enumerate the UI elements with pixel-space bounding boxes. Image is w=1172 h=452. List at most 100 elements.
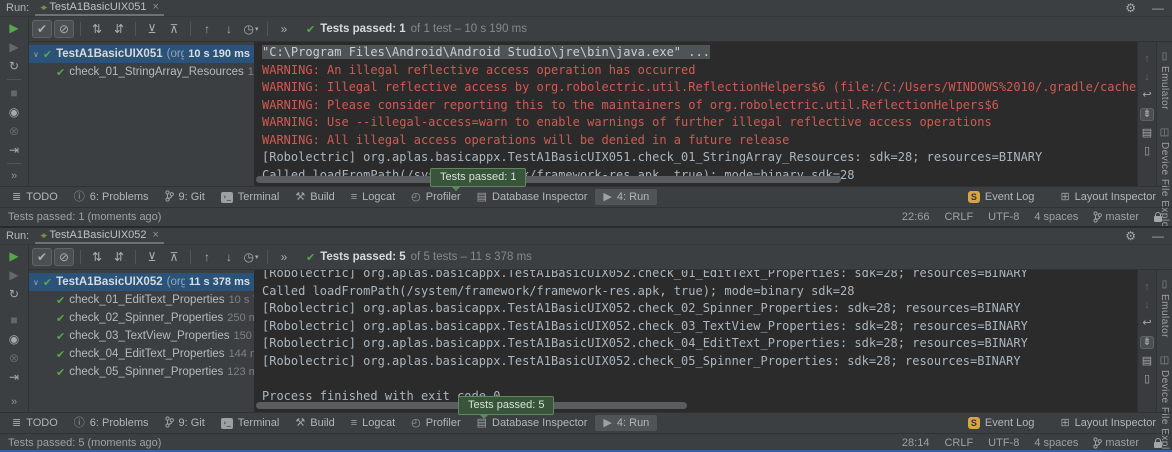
soft-wrap-icon[interactable]: ↩: [1142, 318, 1151, 329]
test-case-row[interactable]: ✔check_01_StringArray_Resources10 s 190 …: [29, 63, 254, 81]
status-item[interactable]: CRLF: [944, 211, 973, 223]
show-passed-icon[interactable]: ✔: [32, 248, 52, 266]
run-tab[interactable]: ◂▸ TestA1BasicUIX051 ×: [35, 0, 164, 16]
toolwindow-button-terminal[interactable]: ›_Terminal: [213, 415, 288, 431]
rerun-failed-tests-icon[interactable]: ▶: [9, 41, 18, 53]
soft-wrap-icon[interactable]: ↩: [1142, 90, 1151, 101]
minimize-icon[interactable]: —: [1152, 2, 1164, 14]
rerun-tests-icon[interactable]: ▶: [9, 250, 18, 262]
test-suite-row[interactable]: ∨ ✔ TestA1BasicUIX052 (org.aplas.basica …: [29, 273, 254, 291]
test-suite-row[interactable]: ∨ ✔ TestA1BasicUIX051 (org.aplas.basica …: [29, 45, 254, 63]
clear-all-icon[interactable]: ▯: [1144, 146, 1150, 157]
toolwindow-button-terminal[interactable]: ›_Terminal: [213, 189, 288, 205]
status-item[interactable]: UTF-8: [988, 437, 1019, 449]
down-stacktrace-icon[interactable]: ↓: [1144, 72, 1150, 83]
layout-inspector-button[interactable]: ⊞ Layout Inspector: [1052, 415, 1164, 431]
scroll-to-end-icon[interactable]: ⇟: [1140, 336, 1153, 349]
status-item[interactable]: UTF-8: [988, 211, 1019, 223]
toolwindow-button-4-run[interactable]: ▶4: Run: [595, 189, 657, 205]
clear-all-icon[interactable]: ▯: [1144, 374, 1150, 385]
caret-position[interactable]: 22:66: [902, 211, 930, 223]
gear-icon[interactable]: ⚙: [1125, 2, 1136, 14]
toolwindow-button-logcat[interactable]: ≡Logcat: [343, 415, 403, 431]
toolwindow-button-todo[interactable]: ≣TODO: [4, 415, 66, 431]
next-failed-icon[interactable]: ↓: [219, 20, 239, 38]
screenshot-icon[interactable]: ◉: [9, 106, 19, 118]
toolwindow-button-4-run[interactable]: ▶4: Run: [595, 415, 657, 431]
tool-window-button-device-file-explorer[interactable]: ◫Device File Explorer: [1159, 356, 1170, 452]
toolwindow-button-logcat[interactable]: ≡Logcat: [343, 189, 403, 205]
test-case-row[interactable]: ✔check_02_Spinner_Properties250 ms: [29, 309, 254, 327]
show-passed-icon[interactable]: ✔: [32, 20, 52, 38]
toolwindow-button-9-git[interactable]: 9: Git: [157, 188, 213, 207]
sort-by-duration-icon[interactable]: ⇵: [109, 20, 129, 38]
previous-failed-icon[interactable]: ↑: [197, 20, 217, 38]
up-stacktrace-icon[interactable]: ↑: [1144, 54, 1150, 65]
kill-process-icon[interactable]: ⊗: [9, 125, 19, 137]
import-test-results-icon[interactable]: ⇥: [9, 371, 19, 383]
layout-inspector-button[interactable]: ⊞ Layout Inspector: [1052, 189, 1164, 205]
git-branch-widget[interactable]: master: [1093, 211, 1139, 223]
test-case-row[interactable]: ✔check_03_TextView_Properties150 ms: [29, 327, 254, 345]
next-failed-icon[interactable]: ↓: [219, 248, 239, 266]
test-case-row[interactable]: ✔check_05_Spinner_Properties123 ms: [29, 363, 254, 381]
lock-icon[interactable]: [1154, 216, 1162, 222]
toolwindow-button-database-inspector[interactable]: ▤Database Inspector: [469, 189, 596, 205]
event-log-button[interactable]: S Event Log: [960, 415, 1043, 431]
scroll-to-end-icon[interactable]: ⇟: [1140, 108, 1153, 121]
more-icon[interactable]: »: [11, 171, 17, 182]
kill-process-icon[interactable]: ⊗: [9, 352, 19, 364]
tool-window-button-device-file-explorer[interactable]: ◫Device File Explorer: [1159, 128, 1170, 226]
toolwindow-button-todo[interactable]: ≣TODO: [4, 189, 66, 205]
chevron-down-icon[interactable]: ∨: [33, 50, 39, 59]
rerun-failed-tests-icon[interactable]: ▶: [9, 269, 18, 281]
toggle-auto-test-icon[interactable]: ↻: [9, 288, 19, 300]
toolwindow-button-profiler[interactable]: ◴Profiler: [403, 415, 468, 431]
toolwindow-button-9-git[interactable]: 9: Git: [157, 414, 213, 433]
chevron-down-icon[interactable]: ∨: [33, 278, 39, 287]
gear-icon[interactable]: ⚙: [1125, 230, 1136, 242]
close-icon[interactable]: ×: [153, 1, 159, 13]
print-icon[interactable]: ▤: [1142, 128, 1152, 139]
minimize-icon[interactable]: —: [1152, 230, 1164, 242]
stop-icon[interactable]: ■: [10, 314, 17, 326]
toggle-auto-test-icon[interactable]: ↻: [9, 60, 19, 72]
show-ignored-icon[interactable]: ⊘: [54, 248, 74, 266]
test-case-row[interactable]: ✔check_04_EditText_Properties144 ms: [29, 345, 254, 363]
expand-all-icon[interactable]: ⊻: [142, 20, 162, 38]
stop-icon[interactable]: ■: [10, 87, 17, 99]
collapse-all-icon[interactable]: ⊼: [164, 248, 184, 266]
import-test-results-icon[interactable]: ⇥: [9, 144, 19, 156]
status-item[interactable]: 4 spaces: [1034, 437, 1078, 449]
test-history-icon[interactable]: ◷▾: [241, 20, 261, 38]
horizontal-scrollbar[interactable]: [256, 402, 1117, 409]
tool-window-button-emulator[interactable]: ▯Emulator: [1159, 52, 1170, 110]
test-case-row[interactable]: ✔check_01_EditText_Properties10 s 711 ms: [29, 291, 254, 309]
caret-position[interactable]: 28:14: [902, 437, 930, 449]
test-history-icon[interactable]: ◷▾: [241, 248, 261, 266]
previous-failed-icon[interactable]: ↑: [197, 248, 217, 266]
print-icon[interactable]: ▤: [1142, 356, 1152, 367]
screenshot-icon[interactable]: ◉: [9, 333, 19, 345]
scrollbar-thumb[interactable]: [256, 176, 841, 183]
show-ignored-icon[interactable]: ⊘: [54, 20, 74, 38]
toolwindow-button-6-problems[interactable]: ⓘ6: Problems: [66, 415, 157, 431]
more-actions-icon[interactable]: »: [274, 20, 294, 38]
collapse-all-icon[interactable]: ⊼: [164, 20, 184, 38]
close-icon[interactable]: ×: [153, 229, 159, 241]
sort-alphabetically-icon[interactable]: ⇅: [87, 248, 107, 266]
rerun-tests-icon[interactable]: ▶: [9, 22, 18, 34]
status-item[interactable]: 4 spaces: [1034, 211, 1078, 223]
toolwindow-button-6-problems[interactable]: ⓘ6: Problems: [66, 189, 157, 205]
run-tab[interactable]: ◂▸ TestA1BasicUIX052 ×: [35, 228, 164, 244]
down-stacktrace-icon[interactable]: ↓: [1144, 300, 1150, 311]
up-stacktrace-icon[interactable]: ↑: [1144, 282, 1150, 293]
toolwindow-button-build[interactable]: ⚒Build: [287, 415, 342, 431]
lock-icon[interactable]: [1154, 442, 1162, 448]
status-item[interactable]: CRLF: [944, 437, 973, 449]
more-actions-icon[interactable]: »: [274, 248, 294, 266]
sort-alphabetically-icon[interactable]: ⇅: [87, 20, 107, 38]
horizontal-scrollbar[interactable]: [256, 176, 1117, 183]
sort-by-duration-icon[interactable]: ⇵: [109, 248, 129, 266]
more-icon[interactable]: »: [11, 397, 17, 408]
